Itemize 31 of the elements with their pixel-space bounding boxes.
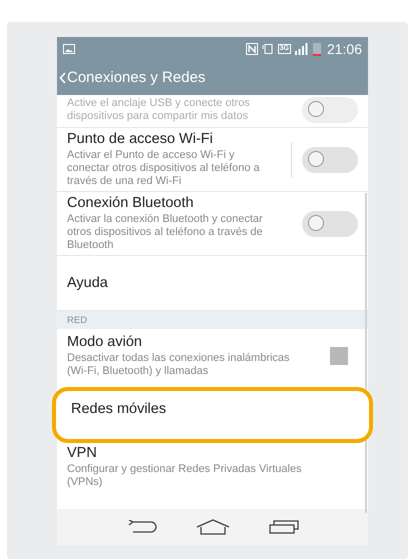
- settings-row[interactable]: VPN Configurar y gestionar Redes Privadas Virtuales (VPNs): [57, 443, 368, 499]
- setting-title: Redes móviles: [71, 401, 168, 417]
- screen-title: Conexiones y Redes: [67, 69, 206, 86]
- home-icon[interactable]: [196, 519, 230, 535]
- setting-title: Modo avión: [67, 334, 143, 350]
- setting-description: Activar la conexión Bluetooth y conectar otros dispositivos al teléfono a través de Bluetooth: [67, 213, 264, 252]
- setting-title: Ayuda: [67, 275, 109, 291]
- setting-description: Active el anclaje USB y conecte otros dispositivos para compartir mis datos: [67, 97, 251, 123]
- back-icon[interactable]: [126, 520, 156, 534]
- setting-title: VPN: [67, 445, 98, 461]
- nfc-icon: [246, 42, 258, 54]
- status-time: 21:06: [326, 40, 362, 56]
- setting-description: Activar el Punto de acceso Wi-Fi y conectar otros dispositivos al teléfono a través de una red Wi-Fi: [67, 149, 261, 188]
- recent-apps-icon[interactable]: [268, 520, 298, 534]
- image-icon: [63, 44, 75, 54]
- toggle-switch[interactable]: [302, 97, 358, 123]
- setting-description: Configurar y gestionar Redes Privadas Virtuales (VPNs): [67, 463, 303, 489]
- checkbox[interactable]: [330, 347, 348, 365]
- vibrate-icon: [262, 42, 274, 54]
- setting-description: Desactivar todas las conexiones inalámbricas (Wi-Fi, Bluetooth) y llamadas: [67, 352, 291, 378]
- signal-icon: [294, 42, 309, 54]
- settings-row[interactable]: Conexión Bluetooth Activar la conexión Bluetooth y conectar otros dispositivos al teléfono a través de Bluetooth: [57, 192, 368, 256]
- setting-title: Conexión Bluetooth: [67, 195, 195, 211]
- settings-row[interactable]: Redes móviles: [56, 391, 369, 439]
- settings-row[interactable]: Punto de acceso Wi-Fi Activar el Punto de acceso Wi-Fi y conectar otros dispositivos al teléfono a través de una red Wi-Fi: [57, 128, 368, 192]
- section-header: RED: [67, 314, 88, 326]
- battery-icon: [312, 42, 321, 56]
- settings-row[interactable]: Modo avión Desactivar todas las conexiones inalámbricas (Wi-Fi, Bluetooth) y llamadas: [57, 329, 368, 383]
- toggle-switch[interactable]: [302, 146, 358, 172]
- toggle-switch[interactable]: [302, 210, 358, 236]
- setting-title: Punto de acceso Wi-Fi: [67, 131, 214, 147]
